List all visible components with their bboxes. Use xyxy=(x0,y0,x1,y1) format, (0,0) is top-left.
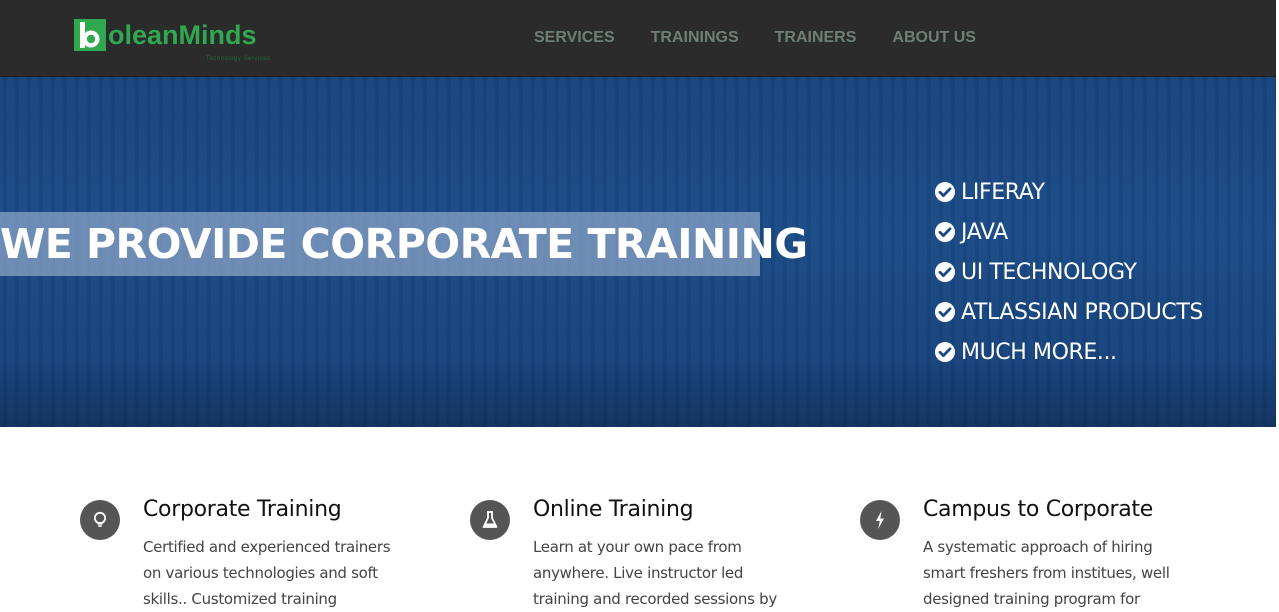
feature-description: Learn at your own pace from anywhere. Li… xyxy=(533,538,777,608)
feature-description: A systematic approach of hiring smart fr… xyxy=(923,538,1170,608)
brand-logo[interactable]: oleanMinds xyxy=(74,19,257,51)
feature-title: Corporate Training xyxy=(143,497,342,522)
headline-band: WE PROVIDE CORPORATE TRAINING xyxy=(0,212,808,276)
nav-link-trainers[interactable]: TRAINERS xyxy=(775,28,857,48)
lightning-bolt-icon xyxy=(860,500,900,540)
technology-label: ATLASSIAN PRODUCTS xyxy=(961,299,1203,325)
check-circle-icon xyxy=(935,302,955,322)
technology-label: LIFERAY xyxy=(961,179,1045,205)
flask-icon xyxy=(470,500,510,540)
list-item: MUCH MORE... xyxy=(934,332,1203,372)
list-item: JAVA xyxy=(934,212,1203,252)
main-nav: SERVICES TRAININGS TRAINERS ABOUT US xyxy=(534,28,1012,48)
brand-name: oleanMinds xyxy=(108,20,257,50)
features-section: Corporate Training Certified and experie… xyxy=(0,427,1276,608)
nav-link-about-us[interactable]: ABOUT US xyxy=(892,28,976,48)
nav-link-trainings[interactable]: TRAININGS xyxy=(651,28,739,48)
hero-banner: WE PROVIDE CORPORATE TRAINING LIFERAY JA… xyxy=(0,77,1276,427)
check-circle-icon xyxy=(935,262,955,282)
list-item: ATLASSIAN PRODUCTS xyxy=(934,292,1203,332)
technology-label: MUCH MORE... xyxy=(961,339,1117,365)
feature-title: Online Training xyxy=(533,497,694,522)
top-navbar: oleanMinds Technology Services SERVICES … xyxy=(0,0,1276,77)
check-circle-icon xyxy=(935,222,955,242)
technology-label: UI TECHNOLOGY xyxy=(961,259,1137,285)
nav-link-services[interactable]: SERVICES xyxy=(534,28,615,48)
technology-list: LIFERAY JAVA UI TECHNOLOGY ATLASSIAN PRO… xyxy=(934,172,1203,372)
lightbulb-icon xyxy=(80,500,120,540)
feature-title: Campus to Corporate xyxy=(923,497,1153,522)
technology-label: JAVA xyxy=(961,219,1008,245)
list-item: UI TECHNOLOGY xyxy=(934,252,1203,292)
brand-tagline: Technology Services xyxy=(206,56,271,62)
check-circle-icon xyxy=(935,342,955,362)
list-item: LIFERAY xyxy=(934,172,1203,212)
logo-mark-icon xyxy=(74,19,106,51)
hero-headline: WE PROVIDE CORPORATE TRAINING xyxy=(0,220,808,268)
feature-description: Certified and experienced trainers on va… xyxy=(143,538,391,608)
check-circle-icon xyxy=(935,182,955,202)
